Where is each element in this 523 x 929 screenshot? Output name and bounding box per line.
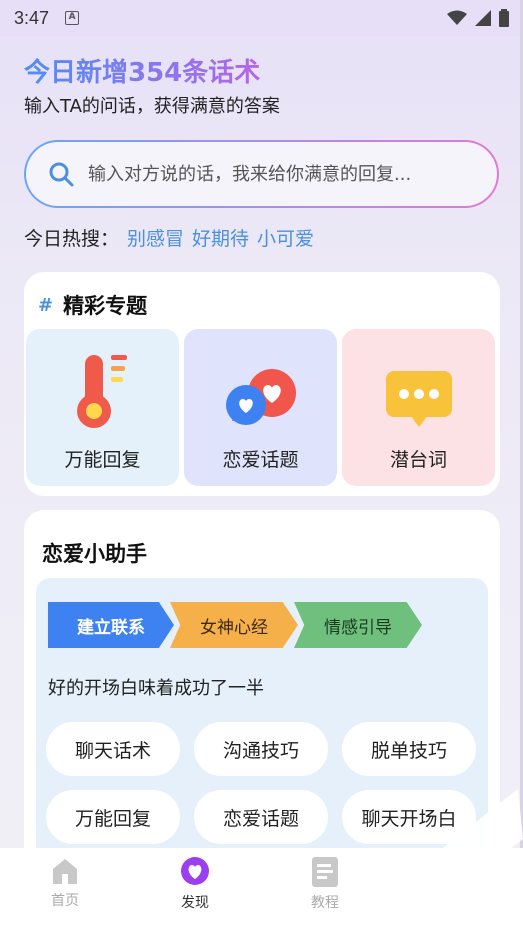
hot-tag[interactable]: 别感冒 — [127, 224, 184, 251]
chip-button[interactable]: 聊天话术 — [46, 722, 180, 776]
status-icons — [447, 9, 509, 27]
hash-icon: # — [38, 294, 54, 316]
step-tab-emotional-guide[interactable]: 情感引导 — [294, 602, 422, 648]
watermark-brush-overlay — [353, 789, 523, 929]
topic-tile-universal-reply[interactable]: 万能回复 — [26, 329, 179, 486]
home-icon — [53, 859, 77, 884]
page-subtitle: 输入TA的问话，获得满意的答案 — [24, 96, 280, 117]
chat-hearts-icon — [225, 369, 296, 425]
chip-button[interactable]: 脱单技巧 — [342, 722, 476, 776]
status-bar: 3:47 A — [0, 0, 523, 36]
chip-button[interactable]: 沟通技巧 — [194, 722, 328, 776]
step-tab-goddess-heart[interactable]: 女神心经 — [170, 602, 298, 648]
page-headline: 今日新增354条话术 — [24, 52, 260, 89]
topic-tile-label: 恋爱话题 — [222, 449, 299, 471]
topic-tile-love-topics[interactable]: 恋爱话题 — [184, 329, 337, 486]
topics-title: # 精彩专题 — [38, 290, 147, 320]
search-input[interactable] — [88, 163, 468, 185]
chip-button[interactable]: 恋爱话题 — [194, 790, 328, 844]
nav-item-home[interactable]: 首页 — [0, 848, 130, 929]
discover-heart-icon — [181, 857, 209, 885]
topics-card: # 精彩专题 万能回复 恋爱话题 潜台词 — [24, 272, 500, 496]
thermometer-icon — [76, 355, 127, 428]
status-time: 3:47 — [14, 7, 50, 28]
hot-tag[interactable]: 小可爱 — [257, 224, 314, 251]
topic-tile-label: 万能回复 — [64, 449, 141, 471]
step-tab-build-connection[interactable]: 建立联系 — [48, 602, 174, 648]
nav-label: 发现 — [181, 895, 209, 911]
hot-search-row: 今日热搜： 别感冒 好期待 小可爱 — [24, 224, 314, 251]
assistant-tip: 好的开场白味着成功了一半 — [48, 678, 264, 699]
nav-item-discover[interactable]: 发现 — [130, 848, 260, 929]
topic-tile-subtext[interactable]: 潜台词 — [342, 329, 495, 486]
wifi-icon — [447, 10, 467, 25]
topic-tiles: 万能回复 恋爱话题 潜台词 — [26, 329, 495, 486]
nav-label: 首页 — [51, 893, 79, 909]
assistant-steps: 建立联系 女神心经 情感引导 — [48, 602, 422, 648]
search-icon — [49, 162, 74, 187]
hot-tag[interactable]: 好期待 — [192, 224, 249, 251]
topic-tile-label: 潜台词 — [389, 449, 447, 471]
hot-search-label: 今日热搜： — [24, 228, 120, 250]
chip-button[interactable]: 万能回复 — [46, 790, 180, 844]
signal-icon — [475, 10, 491, 26]
notification-icon: A — [65, 11, 80, 25]
battery-icon — [499, 9, 509, 27]
message-dots-icon — [385, 371, 452, 427]
assistant-title: 恋爱小助手 — [42, 542, 147, 566]
topics-title-text: 精彩专题 — [63, 294, 148, 318]
search-box[interactable] — [24, 140, 499, 208]
